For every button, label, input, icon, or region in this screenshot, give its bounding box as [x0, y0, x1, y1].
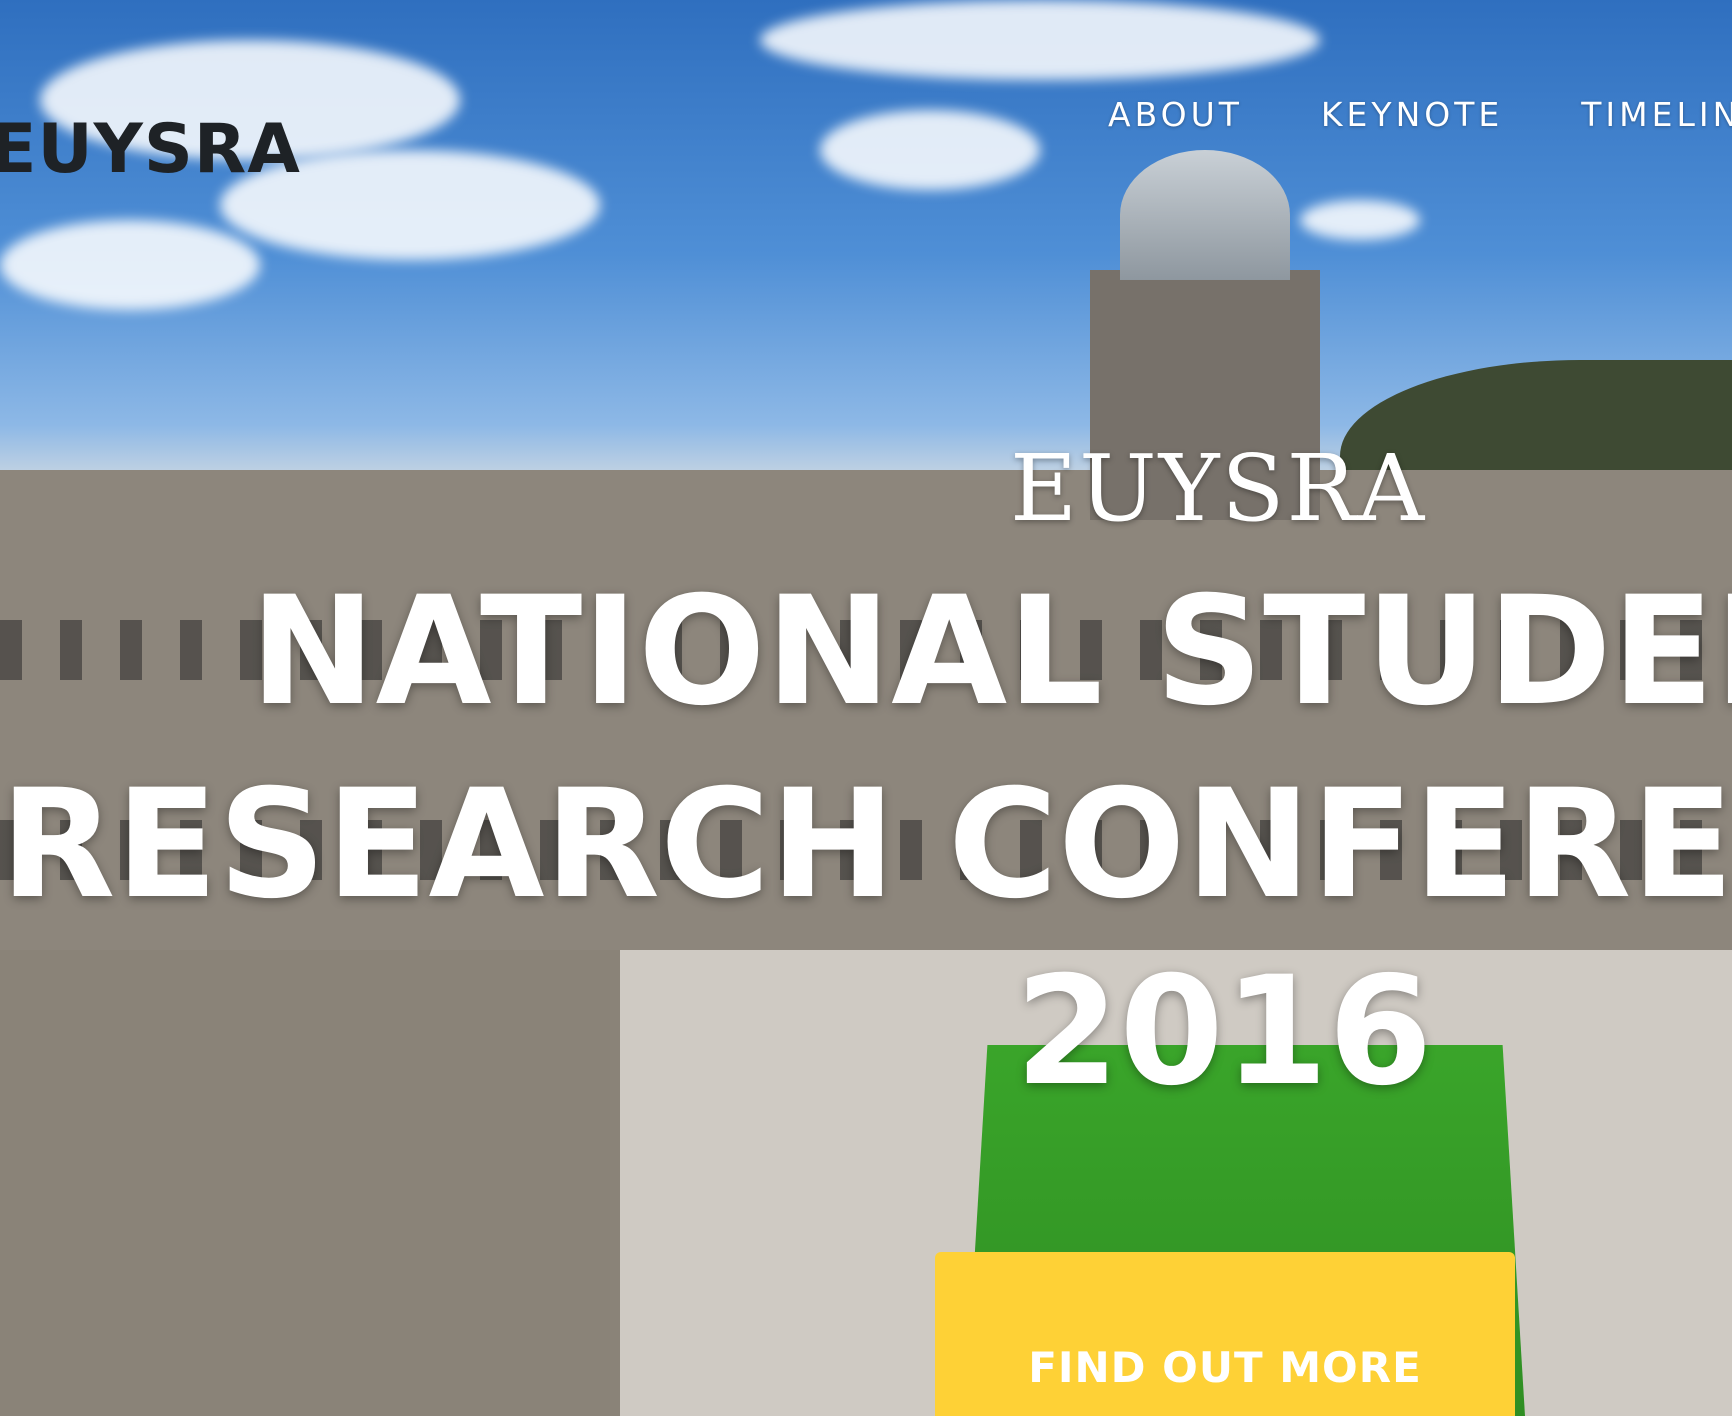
cloud-shape — [760, 0, 1320, 80]
hero-headline-line1: NATIONAL STUDENT — [250, 565, 1732, 739]
hero-headline-year: 2016 — [1015, 945, 1433, 1119]
dome-shape — [1120, 150, 1290, 280]
hero-section: EUYSRA ABOUT KEYNOTE TIMELINE EUYSRA NAT… — [0, 0, 1732, 1416]
site-logo[interactable]: EUYSRA — [0, 110, 301, 189]
find-out-more-button[interactable]: FIND OUT MORE — [935, 1252, 1515, 1416]
hero-kicker: EUYSRA — [1010, 435, 1427, 542]
cloud-shape — [1300, 200, 1420, 240]
nav-item-timeline[interactable]: TIMELINE — [1581, 95, 1732, 134]
hero-headline-line2: RESEARCH CONFERENCE — [0, 758, 1732, 932]
building-wing — [0, 950, 620, 1416]
main-nav: ABOUT KEYNOTE TIMELINE — [1108, 95, 1732, 134]
nav-item-keynote[interactable]: KEYNOTE — [1321, 95, 1503, 134]
cloud-shape — [0, 220, 260, 310]
cloud-shape — [820, 110, 1040, 190]
nav-item-about[interactable]: ABOUT — [1108, 95, 1243, 134]
